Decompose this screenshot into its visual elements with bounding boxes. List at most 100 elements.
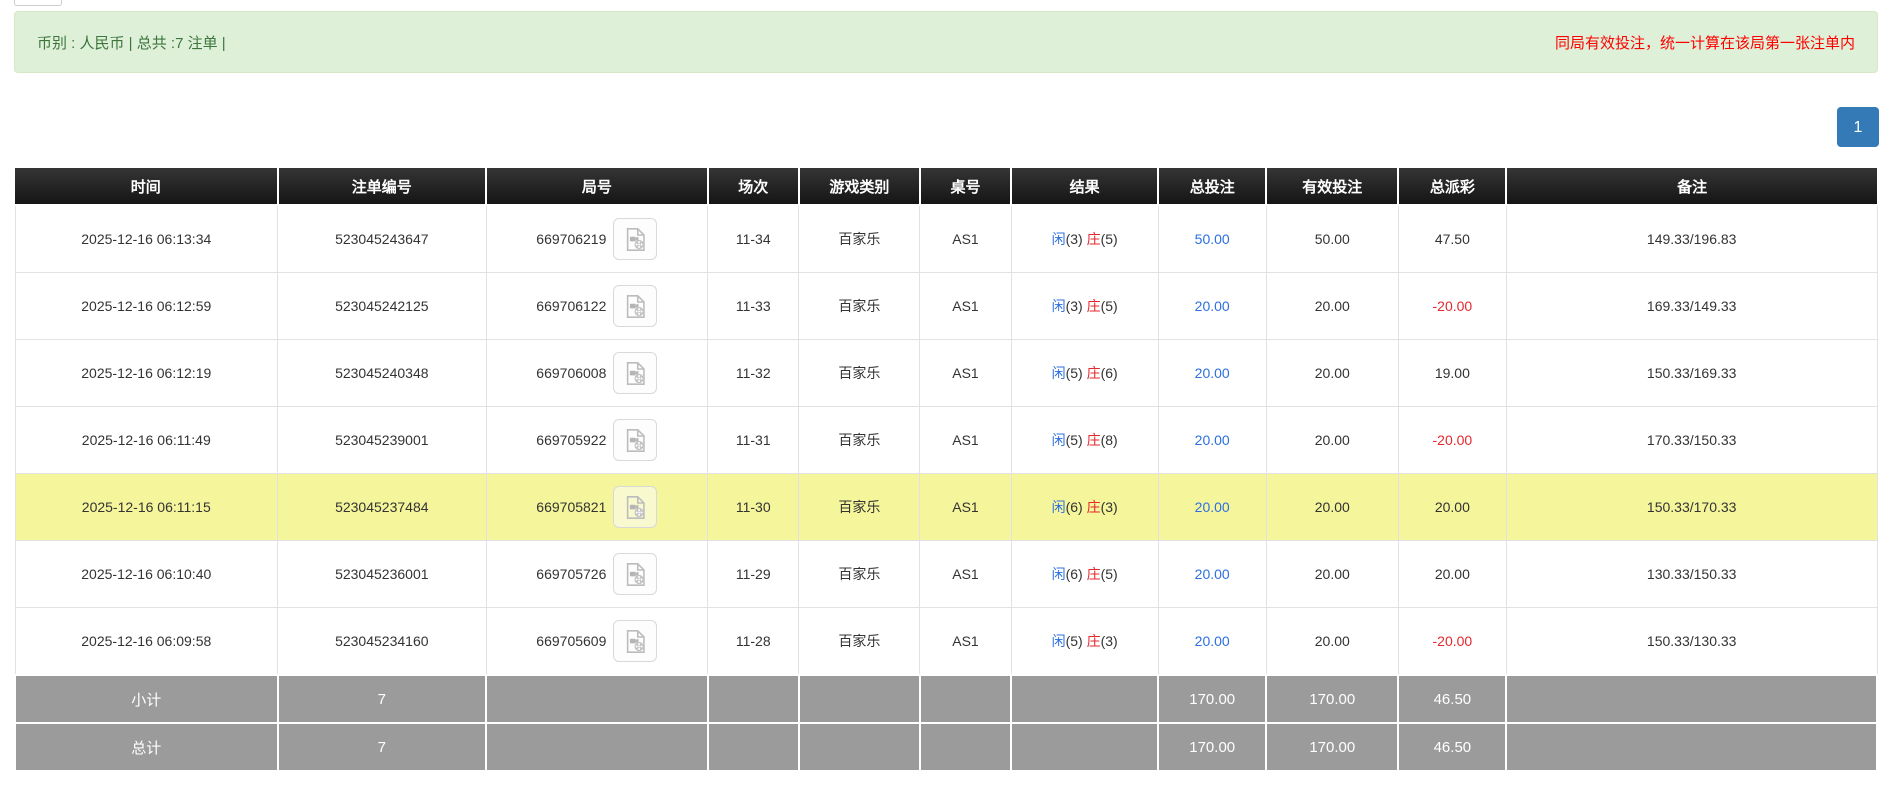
column-header-result: 结果 (1011, 168, 1158, 205)
cell-payout: -20.00 (1398, 608, 1506, 676)
footer-empty-cell (486, 723, 708, 771)
cell-session: 11-32 (708, 340, 799, 407)
table-row[interactable]: 2025-12-16 06:10:40523045236001669705726… (15, 541, 1877, 608)
cell-time: 2025-12-16 06:11:15 (15, 474, 278, 541)
cell-table-no: AS1 (920, 340, 1011, 407)
video-replay-button[interactable] (613, 218, 657, 260)
cell-payout: -20.00 (1398, 407, 1506, 474)
column-header-game-no: 局号 (486, 168, 708, 205)
cell-remark: 150.33/130.33 (1506, 608, 1877, 676)
cell-result: 闲(3) 庄(5) (1011, 205, 1158, 273)
cell-game-type: 百家乐 (799, 205, 920, 273)
cell-remark: 130.33/150.33 (1506, 541, 1877, 608)
table-header-row: 时间注单编号局号场次游戏类别桌号结果总投注有效投注总派彩备注 (15, 168, 1877, 205)
video-file-icon (622, 628, 649, 655)
footer-empty-cell (799, 675, 920, 723)
video-file-icon (622, 226, 649, 253)
game-number: 669705726 (536, 566, 606, 582)
column-header-table-no: 桌号 (920, 168, 1011, 205)
game-number: 669706008 (536, 365, 606, 381)
video-replay-button[interactable] (613, 419, 657, 461)
game-number: 669705922 (536, 432, 606, 448)
summary-banner: 币别 : 人民币 | 总共 :7 注单 | 同局有效投注，统一计算在该局第一张注… (14, 11, 1878, 73)
bet-records-table-wrap: 时间注单编号局号场次游戏类别桌号结果总投注有效投注总派彩备注 2025-12-1… (14, 168, 1878, 772)
player-label: 闲 (1052, 298, 1066, 314)
column-header-total-bet: 总投注 (1158, 168, 1266, 205)
cell-table-no: AS1 (920, 608, 1011, 676)
cell-valid-bet: 20.00 (1266, 541, 1398, 608)
table-row[interactable]: 2025-12-16 06:11:49523045239001 669705922… (15, 407, 1877, 474)
game-number: 669705609 (536, 633, 606, 649)
cell-time: 2025-12-16 06:13:34 (15, 205, 278, 273)
banker-label: 庄 (1087, 633, 1101, 649)
total-bet-link[interactable]: 20.00 (1195, 432, 1230, 448)
pagination-page-1[interactable]: 1 (1837, 107, 1879, 147)
table-row[interactable]: 2025-12-16 06:13:34523045243647669706219… (15, 205, 1877, 273)
cell-valid-bet: 50.00 (1266, 205, 1398, 273)
table-row[interactable]: 2025-12-16 06:11:15523045237484669705821… (15, 474, 1877, 541)
video-replay-button[interactable] (613, 285, 657, 327)
table-row[interactable]: 2025-12-16 06:09:58523045234160669705609… (15, 608, 1877, 676)
game-number: 669705821 (536, 499, 606, 515)
total-bet-link[interactable]: 20.00 (1195, 499, 1230, 515)
cell-time: 2025-12-16 06:11:49 (15, 407, 278, 474)
table-row[interactable]: 2025-12-16 06:12:59523045242125669706122… (15, 273, 1877, 340)
column-header-time: 时间 (15, 168, 278, 205)
column-header-valid-bet: 有效投注 (1266, 168, 1398, 205)
cell-valid-bet: 20.00 (1266, 407, 1398, 474)
game-number: 669706219 (536, 231, 606, 247)
footer-empty-cell (1011, 675, 1158, 723)
cell-result: 闲(6) 庄(3) (1011, 474, 1158, 541)
same-round-notice: 同局有效投注，统一计算在该局第一张注单内 (1555, 32, 1855, 53)
cell-total-bet: 20.00 (1158, 541, 1266, 608)
total-bet-link[interactable]: 20.00 (1195, 298, 1230, 314)
total-bet-link[interactable]: 50.00 (1195, 231, 1230, 247)
total-bet-link[interactable]: 20.00 (1195, 566, 1230, 582)
footer-valid-bet: 170.00 (1266, 675, 1398, 723)
cell-session: 11-30 (708, 474, 799, 541)
cell-valid-bet: 20.00 (1266, 273, 1398, 340)
cell-total-bet: 20.00 (1158, 407, 1266, 474)
cell-session: 11-29 (708, 541, 799, 608)
cell-payout: 47.50 (1398, 205, 1506, 273)
cell-remark: 150.33/169.33 (1506, 340, 1877, 407)
cell-bet-id: 523045240348 (278, 340, 487, 407)
video-replay-button[interactable] (613, 553, 657, 595)
video-replay-button[interactable] (613, 352, 657, 394)
cell-game-no: 669705609 (486, 608, 708, 676)
cell-time: 2025-12-16 06:12:59 (15, 273, 278, 340)
cell-total-bet: 50.00 (1158, 205, 1266, 273)
column-header-session: 场次 (708, 168, 799, 205)
cell-total-bet: 20.00 (1158, 608, 1266, 676)
cell-bet-id: 523045236001 (278, 541, 487, 608)
total-bet-link[interactable]: 20.00 (1195, 365, 1230, 381)
banker-label: 庄 (1087, 499, 1101, 515)
cell-bet-id: 523045239001 (278, 407, 487, 474)
player-label: 闲 (1052, 566, 1066, 582)
cell-result: 闲(3) 庄(5) (1011, 273, 1158, 340)
video-replay-button[interactable] (613, 620, 657, 662)
table-row[interactable]: 2025-12-16 06:12:19523045240348669706008… (15, 340, 1877, 407)
cell-remark: 169.33/149.33 (1506, 273, 1877, 340)
total-bet-link[interactable]: 20.00 (1195, 633, 1230, 649)
cell-table-no: AS1 (920, 273, 1011, 340)
pagination: 1 (1837, 107, 1879, 147)
column-header-payout: 总派彩 (1398, 168, 1506, 205)
column-header-bet-id: 注单编号 (278, 168, 487, 205)
footer-total-bet: 170.00 (1158, 723, 1266, 771)
cell-bet-id: 523045242125 (278, 273, 487, 340)
video-replay-button[interactable] (613, 486, 657, 528)
cell-payout: -20.00 (1398, 273, 1506, 340)
video-file-icon (622, 494, 649, 521)
cell-payout: 19.00 (1398, 340, 1506, 407)
cell-remark: 170.33/150.33 (1506, 407, 1877, 474)
footer-valid-bet: 170.00 (1266, 723, 1398, 771)
cell-result: 闲(6) 庄(5) (1011, 541, 1158, 608)
footer-payout: 46.50 (1398, 675, 1506, 723)
column-header-remark: 备注 (1506, 168, 1877, 205)
banker-label: 庄 (1087, 432, 1101, 448)
cell-game-no: 669706219 (486, 205, 708, 273)
cell-result: 闲(5) 庄(8) (1011, 407, 1158, 474)
cell-game-no: 669706122 (486, 273, 708, 340)
cell-remark: 149.33/196.83 (1506, 205, 1877, 273)
